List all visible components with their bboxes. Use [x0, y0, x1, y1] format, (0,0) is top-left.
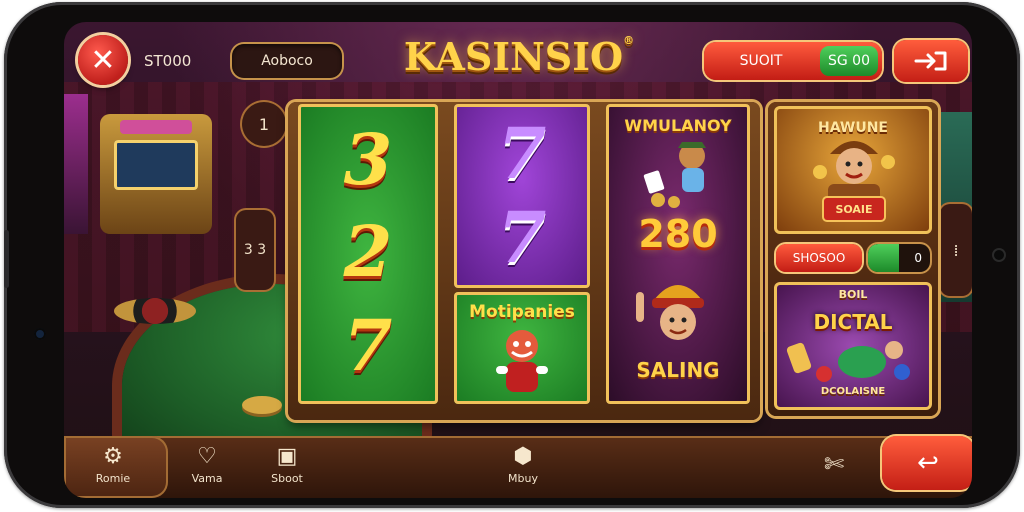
- lever-icon: ⁞: [953, 240, 959, 260]
- reel-1-symbol-1: 3: [343, 118, 393, 201]
- nav-label: Romie: [95, 472, 131, 485]
- monkey-character-icon: [643, 142, 706, 208]
- side-games-panel: HAWUNE SOAIE SHOSOO 0 BOIL DICTAL DCOLAI…: [768, 102, 938, 416]
- host-character-icon: [813, 141, 895, 202]
- slot-machine-top: [120, 120, 192, 134]
- reel-2-symbol-1: 7: [497, 112, 547, 195]
- bet-value: SG 00: [820, 46, 878, 76]
- mascot-icon: [496, 330, 548, 392]
- nav-label: Vama: [191, 472, 223, 485]
- front-camera: [34, 328, 46, 340]
- back-arrow-icon: ↩: [917, 448, 939, 478]
- info-button[interactable]: 1: [242, 102, 286, 146]
- bottom-navigation: ⚙ Romie ♡ Vama ▣ Sboot ⬢ Mbuy ✄ ↩: [64, 436, 972, 498]
- exit-icon: [914, 51, 947, 71]
- dice-game-card[interactable]: BOIL DICTAL DCOLAISNE: [774, 282, 932, 410]
- game-screen: ✕ ST000 Aoboco KASINSIO® SUOIT SG 00 1 3…: [64, 22, 972, 498]
- slot-machine-window: [114, 140, 198, 190]
- back-button[interactable]: ↩: [882, 436, 972, 490]
- game-logo: KASINSIO®: [394, 34, 644, 88]
- reel-3-bottom-label: SALING: [636, 358, 720, 382]
- phone-frame: ✕ ST000 Aoboco KASINSIO® SUOIT SG 00 1 3…: [4, 2, 1020, 508]
- nav-label: Mbuy: [508, 472, 538, 485]
- logo-text: KASINSIO: [403, 34, 624, 79]
- nav-item-romie[interactable]: ⚙ Romie: [78, 442, 148, 494]
- featured-game-ribbon: SOAIE: [824, 198, 884, 220]
- proximity-sensor: [992, 248, 1006, 262]
- slot-reels-frame: 3 2 7 7 7 Motipanies WMULANOY 280 SALING: [288, 102, 760, 420]
- side-button: [4, 230, 9, 288]
- reel-2[interactable]: 7 7: [454, 104, 590, 288]
- nav-label: Sboot: [271, 472, 303, 485]
- dice-game-top-label: BOIL: [838, 288, 868, 301]
- chip-stack-icon: [242, 396, 282, 414]
- reel-3[interactable]: WMULANOY 280 SALING: [606, 104, 750, 404]
- reel-2-bonus[interactable]: Motipanies: [454, 292, 590, 404]
- heart-icon: ♡: [197, 444, 217, 469]
- dice-game-title: DICTAL: [813, 310, 893, 334]
- reel-1-symbol-2: 2: [343, 210, 393, 293]
- nav-item-sboot[interactable]: ▣ Sboot: [252, 442, 322, 494]
- background-slot-machine: [100, 114, 212, 234]
- reel-3-multiplier: 280: [638, 212, 718, 256]
- reel-1[interactable]: 3 2 7: [298, 104, 438, 404]
- lantern-icon: 1: [258, 114, 270, 134]
- panel-action-button[interactable]: SHOSOO: [776, 244, 862, 272]
- reel-1-symbol-3: 7: [343, 304, 393, 387]
- account-button[interactable]: Aoboco: [232, 44, 342, 78]
- close-button[interactable]: ✕: [78, 35, 128, 85]
- chips-and-coins-icon: [786, 341, 910, 382]
- reel-3-title: WMULANOY: [624, 116, 732, 135]
- balance-text: ST000: [144, 52, 192, 70]
- shop-icon: ▣: [276, 444, 298, 469]
- nav-item-mbuy[interactable]: ⬢ Mbuy: [488, 442, 558, 494]
- featured-game-card[interactable]: HAWUNE SOAIE: [774, 106, 932, 234]
- box-icon: ⬢: [513, 444, 533, 469]
- bonus-title: Motipanies: [469, 302, 575, 322]
- reel-2-symbol-2: 7: [497, 196, 547, 279]
- progress-value: 0: [914, 251, 922, 265]
- bet-display[interactable]: SUOIT SG 00: [704, 42, 882, 80]
- panel-progress-toggle[interactable]: 0: [868, 244, 930, 272]
- logo-registered-mark: ®: [623, 34, 635, 47]
- gear-icon: ⚙: [103, 444, 123, 469]
- bet-label: SUOIT: [739, 53, 783, 69]
- nav-item-vama[interactable]: ♡ Vama: [172, 442, 242, 494]
- roulette-wheel: [114, 298, 196, 324]
- tools-icon[interactable]: ✄: [816, 450, 852, 482]
- close-icon: ✕: [90, 42, 116, 78]
- progress-fill: [868, 244, 899, 272]
- side-counter[interactable]: 3 3: [236, 210, 274, 290]
- jester-character-icon: [636, 285, 704, 340]
- background-slot-machine-left: [64, 94, 88, 234]
- right-side-handle[interactable]: ⁞: [940, 204, 972, 296]
- exit-button[interactable]: [894, 40, 968, 82]
- dice-game-subtitle: DCOLAISNE: [820, 386, 886, 397]
